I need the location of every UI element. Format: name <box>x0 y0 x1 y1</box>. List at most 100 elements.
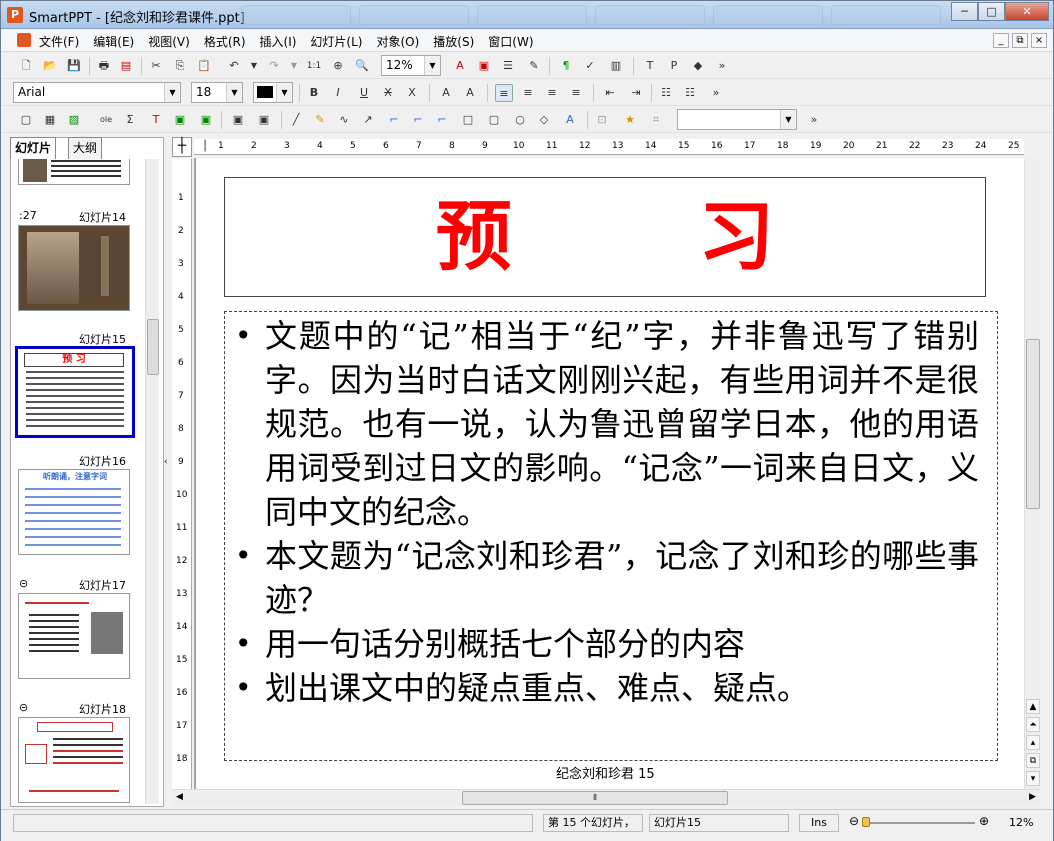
collapse-icon[interactable]: ‹ <box>164 457 168 467</box>
curved-connector-icon[interactable]: ⌐ <box>433 111 451 129</box>
tab-outline[interactable]: 大纲 <box>68 137 103 159</box>
tab-slides[interactable]: 幻灯片 <box>10 137 57 159</box>
grow-font-icon[interactable]: A <box>437 84 455 102</box>
bullet-item[interactable]: 用一句话分别概括七个部分的内容 <box>235 622 979 666</box>
color-select[interactable]: ▼ <box>253 82 293 103</box>
frame-icon[interactable]: ▣ <box>171 111 189 129</box>
redo-dropdown-icon[interactable]: ▼ <box>285 57 303 75</box>
actual-size-icon[interactable]: 1:1 <box>305 57 323 75</box>
crop-icon[interactable]: ⌗ <box>647 111 665 129</box>
menu-format[interactable]: 格式(R) <box>204 33 253 50</box>
bullet-item[interactable]: 本文题为“记念刘和珍君”，记念了刘和珍的哪些事迹？ <box>235 534 979 622</box>
zoom-fit-icon[interactable]: ⊕ <box>329 57 347 75</box>
undo-icon[interactable]: ↶ <box>225 57 243 75</box>
slide-thumbnail[interactable] <box>18 159 130 185</box>
slide-canvas[interactable]: 预 习 文题中的“记”相当于“纪”字，并非鲁迅写了错别字。因为当时白话文刚刚兴起… <box>194 158 1024 789</box>
maximize-button[interactable]: □ <box>978 2 1005 21</box>
first-slide-icon[interactable]: ⏶ <box>1026 717 1040 732</box>
cut-icon[interactable]: ✂ <box>147 57 165 75</box>
textbox-icon[interactable]: ▢ <box>17 111 35 129</box>
bullet-item[interactable]: 文题中的“记”相当于“纪”字，并非鲁迅写了错别字。因为当时白话文刚刚兴起，有些用… <box>235 314 979 534</box>
table-icon[interactable]: ▦ <box>41 111 59 129</box>
numbered-list-icon[interactable]: ☷ <box>681 84 699 102</box>
equation-icon[interactable]: Σ <box>121 111 139 129</box>
presentation-icon[interactable]: P <box>665 57 683 75</box>
paste-icon[interactable]: 📋 <box>195 57 213 75</box>
more-tools-icon[interactable]: » <box>707 84 725 102</box>
doc-minimize-button[interactable]: _ <box>993 33 1009 48</box>
align-center-icon[interactable]: ≡ <box>519 84 537 102</box>
ole-object-icon[interactable]: ole <box>97 111 115 129</box>
layout-icon[interactable]: ▣ <box>197 111 215 129</box>
print-icon[interactable]: 🖶 <box>95 57 113 75</box>
open-folder-icon[interactable]: 📂 <box>41 57 59 75</box>
text-color-icon[interactable]: A <box>451 57 469 75</box>
slide[interactable]: 预 习 文题中的“记”相当于“纪”字，并非鲁迅写了错别字。因为当时白话文刚刚兴起… <box>196 158 1024 789</box>
connector-icon[interactable]: ⌐ <box>385 111 403 129</box>
slide-title[interactable]: 预 习 <box>225 178 985 296</box>
menu-view[interactable]: 视图(V) <box>148 33 197 50</box>
horizontal-scrollbar[interactable]: ◀ ⦀ ▶ <box>172 789 1040 805</box>
doc-close-button[interactable]: × <box>1031 33 1047 48</box>
paragraph-icon[interactable]: ¶ <box>557 57 575 75</box>
undo-dropdown-icon[interactable]: ▼ <box>245 57 263 75</box>
wordart-a-icon[interactable]: A <box>561 111 579 129</box>
slide-sorter-icon[interactable]: ⧉ <box>1026 753 1040 768</box>
more-tools-icon[interactable]: » <box>805 111 823 129</box>
zoom-select[interactable]: 12% ▼ <box>381 55 441 76</box>
line-icon[interactable]: ╱ <box>287 111 305 129</box>
horizontal-ruler[interactable]: │ 1 2 3 4 5 6 7 8 9 10 11 12 13 14 15 16… <box>194 139 1024 155</box>
zoom-slider[interactable] <box>863 822 975 824</box>
justify-icon[interactable]: ≡ <box>567 84 585 102</box>
zoom-in-icon[interactable]: ⊕ <box>979 814 989 828</box>
pdf-icon[interactable]: ▤ <box>117 57 135 75</box>
align-left-icon[interactable]: ≡ <box>495 84 513 102</box>
slide-thumbnail[interactable] <box>18 593 130 679</box>
scrollbar-thumb[interactable] <box>1026 339 1040 509</box>
scroll-right-icon[interactable]: ▶ <box>1029 792 1036 802</box>
align-objects-icon[interactable]: ⊡ <box>593 111 611 129</box>
scroll-left-icon[interactable]: ◀ <box>176 792 183 802</box>
menu-object[interactable]: 对象(O) <box>376 33 426 50</box>
elbow-connector-icon[interactable]: ⌐ <box>409 111 427 129</box>
chart-icon[interactable]: ▥ <box>607 57 625 75</box>
slide-thumbnail-selected[interactable]: 预 习 <box>15 346 135 438</box>
copy-icon[interactable]: ⎘ <box>171 57 189 75</box>
shapes-icon[interactable]: ◇ <box>535 111 553 129</box>
group-icon[interactable]: ▣ <box>229 111 247 129</box>
menu-file[interactable]: 文件(F) <box>39 33 86 50</box>
rounded-rect-icon[interactable]: ▢ <box>485 111 503 129</box>
menu-window[interactable]: 窗口(W) <box>488 33 540 50</box>
next-slide-icon[interactable]: ▾ <box>1026 771 1040 786</box>
panel-splitter[interactable]: ‹ <box>164 137 172 807</box>
format-painter-icon[interactable]: ✎ <box>525 57 543 75</box>
list-icon[interactable]: ☰ <box>499 57 517 75</box>
minimize-button[interactable]: ─ <box>951 2 978 21</box>
scrollbar-thumb[interactable]: ⦀ <box>462 791 728 805</box>
scroll-up-icon[interactable]: ▲ <box>1026 699 1040 714</box>
ruler-corner[interactable]: ┼ <box>172 137 192 157</box>
clear-format-icon[interactable]: X <box>403 84 421 102</box>
doc-restore-button[interactable]: ⧉ <box>1012 33 1028 48</box>
title-placeholder[interactable]: 预 习 <box>224 177 986 297</box>
close-button[interactable]: ✕ <box>1005 2 1049 21</box>
picture-icon[interactable]: ▨ <box>65 111 83 129</box>
body-placeholder[interactable]: 文题中的“记”相当于“纪”字，并非鲁迅写了错别字。因为当时白话文刚刚兴起，有些用… <box>224 311 998 761</box>
menu-slide[interactable]: 幻灯片(L) <box>310 33 369 50</box>
prev-slide-icon[interactable]: ▴ <box>1026 735 1040 750</box>
slide-thumbnail[interactable]: 听朗诵，注意字词 <box>18 469 130 555</box>
increase-indent-icon[interactable]: ⇥ <box>627 84 645 102</box>
font-size-select[interactable]: 18 ▼ <box>191 82 243 103</box>
bullet-item[interactable]: 划出课文中的疑点重点、难点、疑点。 <box>235 666 979 710</box>
package-icon[interactable]: ◆ <box>689 57 707 75</box>
slide-thumbnail[interactable] <box>18 717 130 803</box>
spellcheck-icon[interactable]: ✓ <box>581 57 599 75</box>
text-box-icon[interactable]: ▣ <box>475 57 493 75</box>
wordart-icon[interactable]: T <box>147 111 165 129</box>
ellipse-icon[interactable]: ○ <box>511 111 529 129</box>
scrollbar-thumb[interactable] <box>147 319 159 375</box>
bold-icon[interactable]: B <box>305 84 323 102</box>
underline-icon[interactable]: U <box>355 84 373 102</box>
ungroup-icon[interactable]: ▣ <box>255 111 273 129</box>
align-right-icon[interactable]: ≡ <box>543 84 561 102</box>
